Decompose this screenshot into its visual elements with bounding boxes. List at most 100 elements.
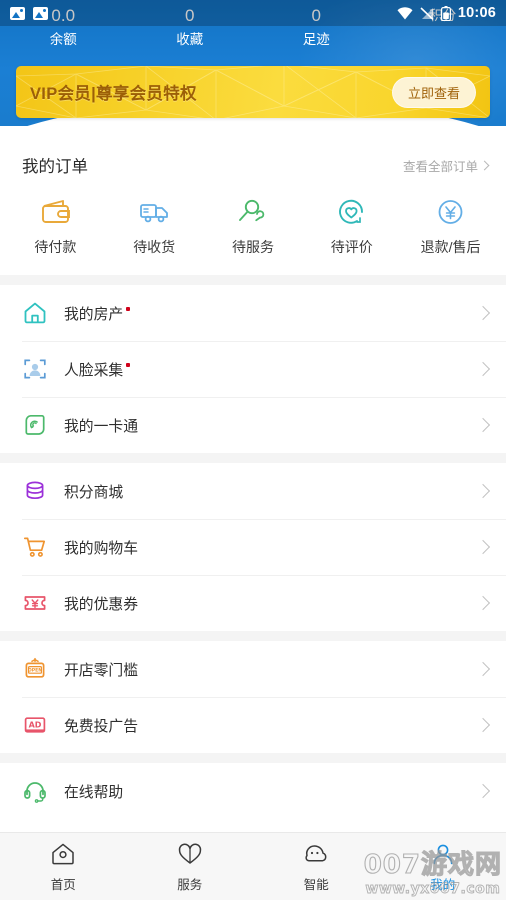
- chevron-right-icon: [475, 305, 491, 321]
- menu-row-label: 在线帮助: [64, 781, 123, 802]
- tab-service[interactable]: 服务: [127, 841, 254, 893]
- chevron-right-icon: [475, 717, 491, 733]
- card-icon: [22, 412, 48, 438]
- menu-row-label: 开店零门槛: [64, 659, 138, 680]
- coins-icon: [22, 478, 48, 504]
- view-all-orders-button[interactable]: 查看全部订单: [402, 156, 490, 175]
- section-divider: [0, 453, 506, 463]
- smart-icon: [305, 844, 327, 862]
- tab-home[interactable]: 首页: [0, 841, 127, 893]
- svg-text:OPEN: OPEN: [28, 668, 42, 674]
- chevron-right-icon: [475, 361, 491, 377]
- order-item-label: 待服务: [231, 239, 274, 255]
- vip-banner-text: VIP会员|尊享会员特权: [30, 85, 197, 103]
- menu-row-text: 开店零门槛: [64, 662, 138, 679]
- menu-group-business: OPEN 开店零门槛 AD 免费投广告: [0, 641, 506, 753]
- app-root: 0.0 余额 0 收藏 0 足迹 积分 10:06 VIP会员|尊享会员特权 立…: [0, 0, 506, 900]
- menu-row-text: 我的一卡通: [64, 418, 138, 435]
- order-item-pending-review[interactable]: 待评价: [302, 198, 401, 257]
- menu-row-free-ads[interactable]: AD 免费投广告: [0, 697, 506, 753]
- heart-circle-icon: [339, 199, 364, 224]
- menu-row-label: 我的优惠券: [64, 593, 138, 614]
- menu-row-open-shop[interactable]: OPEN 开店零门槛: [0, 641, 506, 697]
- chevron-right-icon: [475, 783, 491, 799]
- headset-icon: [22, 778, 48, 804]
- menu-row-text: 在线帮助: [64, 784, 124, 801]
- menu-row-label: 我的房产: [64, 303, 131, 324]
- menu-row-text: 我的房产: [64, 306, 124, 323]
- orders-title: 我的订单: [22, 158, 88, 176]
- bottom-tab-bar: 首页 服务 智能 我的: [0, 832, 506, 900]
- vip-view-button[interactable]: 立即查看: [391, 76, 476, 108]
- truck-icon: [139, 204, 168, 223]
- stat-label: 收藏: [176, 32, 204, 47]
- service-icon: [239, 199, 265, 222]
- menu-row-text: 我的购物车: [64, 540, 138, 557]
- menu-group-shopping: 积分商城 我的购物车 我的优惠券: [0, 463, 506, 631]
- tab-label: 服务: [177, 877, 203, 892]
- tab-mine[interactable]: 我的: [380, 841, 506, 893]
- menu-row-label: 我的一卡通: [64, 415, 138, 436]
- order-item-pending-service[interactable]: 待服务: [204, 198, 303, 257]
- order-item-pending-delivery[interactable]: 待收货: [105, 198, 204, 257]
- order-item-label: 待付款: [34, 239, 77, 255]
- section-divider: [0, 275, 506, 285]
- order-status-icons: 待付款 待收货 待服务 待评价 退款/售后: [0, 182, 506, 275]
- menu-row-label: 积分商城: [64, 481, 123, 502]
- chevron-right-icon: [479, 160, 490, 170]
- menu-row-text: 免费投广告: [64, 718, 138, 735]
- menu-group-property: 我的房产 人脸采集 我的一卡通: [0, 285, 506, 453]
- status-bar: 10:06: [0, 0, 506, 26]
- stat-label: 余额: [49, 32, 77, 47]
- chevron-right-icon: [475, 595, 491, 611]
- coupon-icon: [22, 590, 48, 616]
- heart-icon: [178, 843, 201, 864]
- menu-row-face-collection[interactable]: 人脸采集: [0, 341, 506, 397]
- orders-section: 我的订单 查看全部订单 待付款 待收货 待服务 待评价 退款/售后: [0, 126, 506, 275]
- wallet-icon: [41, 200, 70, 223]
- vip-banner[interactable]: VIP会员|尊享会员特权 立即查看: [16, 66, 490, 118]
- svg-text:AD: AD: [29, 720, 42, 729]
- order-item-label: 待收货: [133, 239, 176, 255]
- cart-icon: [22, 534, 48, 560]
- face-scan-icon: [22, 356, 48, 382]
- section-divider: [0, 631, 506, 641]
- badge-dot: [126, 362, 131, 367]
- ad-icon: AD: [22, 712, 48, 738]
- order-item-label: 待评价: [330, 239, 373, 255]
- user-icon: [433, 844, 453, 864]
- tab-label: 首页: [50, 877, 76, 892]
- menu-row-shopping-cart[interactable]: 我的购物车: [0, 519, 506, 575]
- tab-label: 我的: [430, 877, 456, 892]
- wifi-icon: [397, 6, 413, 19]
- menu-row-text: 人脸采集: [64, 362, 124, 379]
- menu-row-text: 我的优惠券: [64, 596, 138, 613]
- status-bar-clock: 10:06: [457, 5, 496, 21]
- order-item-label: 退款/售后: [420, 239, 481, 255]
- menu-row-points-mall[interactable]: 积分商城: [0, 463, 506, 519]
- chevron-right-icon: [475, 417, 491, 433]
- menu-row-my-coupons[interactable]: 我的优惠券: [0, 575, 506, 631]
- menu-row-my-property[interactable]: 我的房产: [0, 285, 506, 341]
- orders-header: 我的订单 查看全部订单: [0, 148, 506, 182]
- order-item-pending-payment[interactable]: 待付款: [6, 198, 105, 257]
- chevron-right-icon: [475, 661, 491, 677]
- chevron-right-icon: [475, 483, 491, 499]
- order-item-refund[interactable]: 退款/售后: [401, 198, 500, 257]
- open-sign-icon: OPEN: [22, 656, 48, 682]
- yen-circle-icon: [438, 200, 463, 224]
- view-all-orders-label: 查看全部订单: [402, 159, 478, 174]
- menu-row-label: 人脸采集: [64, 359, 131, 380]
- tab-label: 智能: [303, 877, 329, 892]
- status-bar-left: [10, 6, 48, 20]
- signal-off-icon: [420, 6, 434, 20]
- vip-banner-wrapper: VIP会员|尊享会员特权 立即查看: [0, 66, 506, 118]
- menu-row-online-help[interactable]: 在线帮助: [0, 763, 506, 819]
- chevron-right-icon: [475, 539, 491, 555]
- tab-smart[interactable]: 智能: [253, 841, 380, 893]
- image-icon: [33, 6, 48, 20]
- menu-group-help: 在线帮助: [0, 763, 506, 819]
- menu-row-my-card[interactable]: 我的一卡通: [0, 397, 506, 453]
- image-icon: [10, 6, 25, 20]
- menu-row-text: 积分商城: [64, 484, 124, 501]
